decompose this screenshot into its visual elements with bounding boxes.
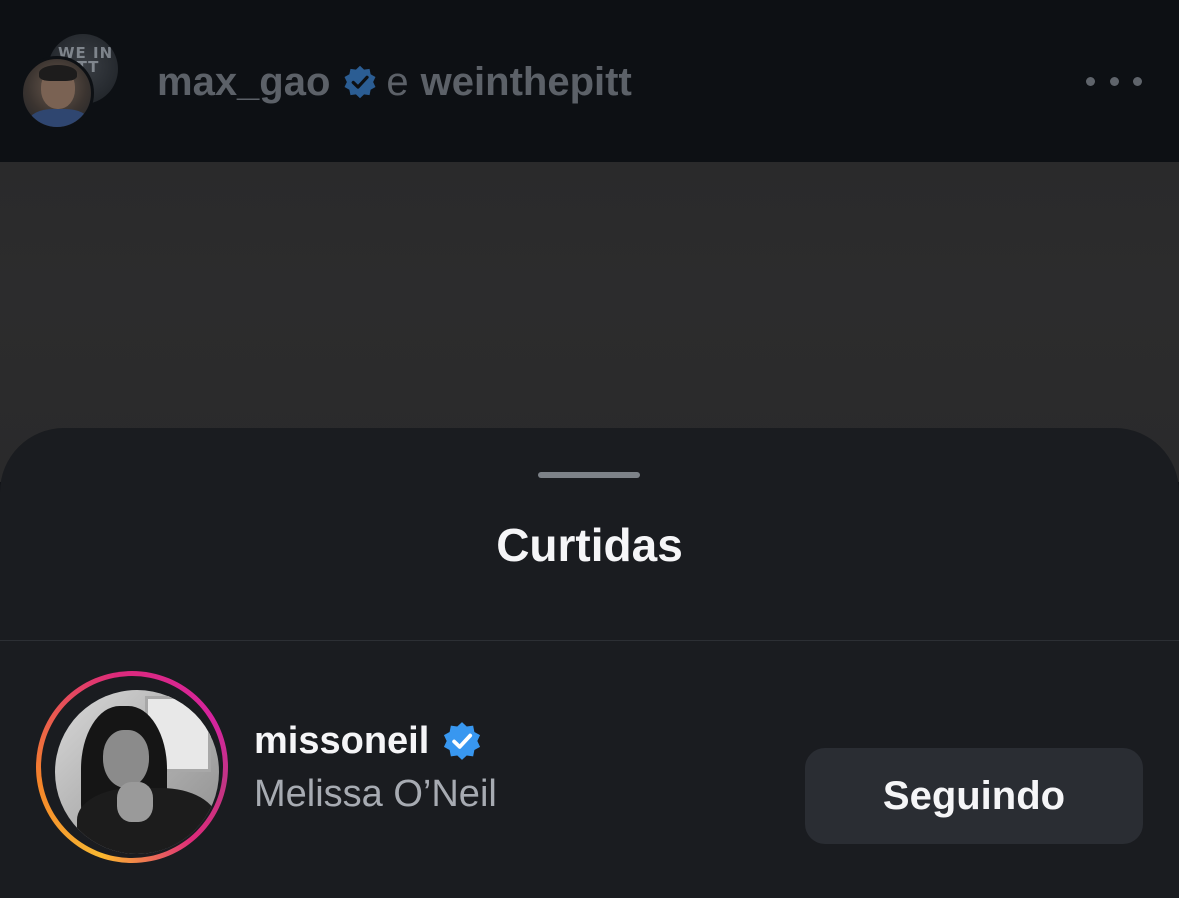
story-ring[interactable] xyxy=(36,671,228,863)
post-authors: max_gao e weinthepitt xyxy=(157,56,632,108)
author-primary-link[interactable]: max_gao xyxy=(157,60,330,105)
sheet-grabber-handle[interactable] xyxy=(538,472,640,478)
like-list-item[interactable]: missoneil Melissa O’Neil Seguindo xyxy=(0,641,1179,898)
sheet-title: Curtidas xyxy=(496,519,683,571)
verified-badge-icon xyxy=(344,65,376,99)
username[interactable]: missoneil xyxy=(254,720,429,763)
author-conjunction: e xyxy=(386,59,409,104)
more-horizontal-icon[interactable] xyxy=(1086,64,1142,98)
max-gao-avatar xyxy=(20,56,94,130)
collab-avatar-stack[interactable]: WE IN PITT xyxy=(20,32,120,132)
following-button[interactable]: Seguindo xyxy=(805,748,1143,844)
user-full-name: Melissa O’Neil xyxy=(254,773,497,815)
verified-badge-icon xyxy=(444,722,481,760)
username-line: missoneil xyxy=(254,715,483,767)
likes-bottom-sheet: Curtidas missoneil Melissa O’Neil Seguin… xyxy=(0,428,1179,898)
user-avatar xyxy=(55,690,219,854)
screen: WE IN PITT max_gao e weinthepitt Curtida… xyxy=(0,0,1179,898)
author-secondary-link[interactable]: weinthepitt xyxy=(421,60,632,105)
post-header: WE IN PITT max_gao e weinthepitt xyxy=(0,0,1179,162)
